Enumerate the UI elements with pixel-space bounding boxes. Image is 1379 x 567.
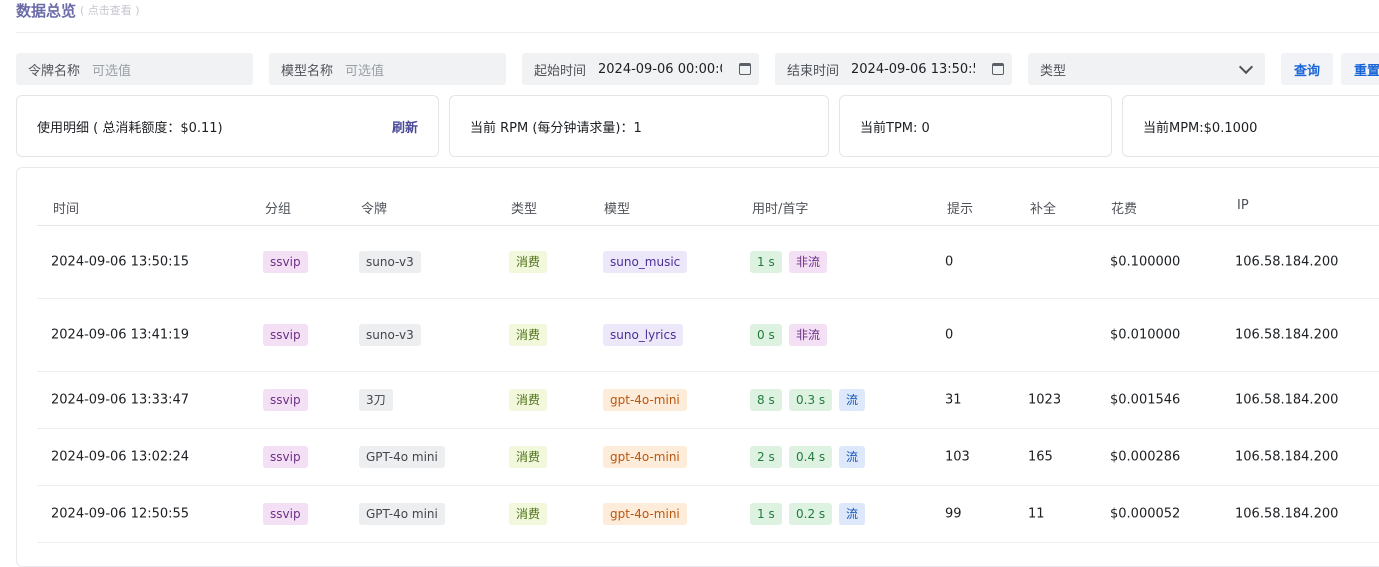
type-badge: 消费 [509, 503, 548, 525]
header-divider [16, 32, 1379, 33]
group-badge: ssvip [263, 503, 308, 525]
type-badge: 消费 [509, 389, 548, 411]
refresh-button[interactable]: 刷新 [392, 117, 418, 136]
duration-badge: 0 s [750, 324, 782, 346]
column-header-cost: 花费 [1111, 202, 1138, 217]
row-prompt: 0 [945, 254, 954, 270]
first-token-badge: 0.2 s [789, 503, 833, 525]
row-time: 2024-09-06 13:41:19 [51, 327, 190, 343]
reset-button[interactable]: 重置 [1341, 53, 1379, 85]
group-badge: ssvip [263, 389, 308, 411]
column-header-ip: IP [1237, 198, 1249, 213]
page-header[interactable]: 数据总览 ( 点击查看 ) [16, 0, 140, 20]
first-token-badge: 0.3 s [789, 389, 833, 411]
group-badge: ssvip [263, 324, 308, 346]
group-badge: ssvip [263, 251, 308, 273]
stream-badge: 流 [839, 389, 866, 411]
row-prompt: 103 [945, 449, 970, 465]
row-cost: $0.000286 [1110, 449, 1181, 465]
model-badge: gpt-4o-mini [603, 389, 687, 411]
type-badge: 消费 [509, 251, 548, 273]
stream-badge: 非流 [789, 324, 828, 346]
token-badge: suno-v3 [359, 251, 421, 273]
row-ip: 106.58.184.200 [1235, 392, 1339, 408]
token-badge: 3刀 [359, 389, 393, 411]
type-select-placeholder: 类型 [1040, 63, 1067, 79]
mpm-value: 当前MPM:$0.1000 [1143, 120, 1258, 136]
row-completion: 11 [1028, 506, 1045, 522]
group-badge: ssvip [263, 446, 308, 468]
type-badge: 消费 [509, 446, 548, 468]
model-name-field[interactable]: 模型名称 可选值 [269, 53, 506, 85]
page-subtitle[interactable]: ( 点击查看 ) [80, 2, 140, 18]
duration-badge: 1 s [750, 251, 782, 273]
token-name-label: 令牌名称 [28, 63, 81, 79]
row-cost: $0.001546 [1110, 392, 1181, 408]
token-name-placeholder: 可选值 [92, 63, 132, 79]
stream-badge: 非流 [789, 251, 828, 273]
end-time-label: 结束时间 [787, 63, 840, 79]
column-header-duration: 用时/首字 [752, 202, 809, 217]
column-header-prompt: 提示 [947, 202, 974, 217]
row-time: 2024-09-06 12:50:55 [51, 506, 190, 522]
duration-badge: 8 s [750, 389, 782, 411]
row-time: 2024-09-06 13:02:24 [51, 449, 190, 465]
query-button[interactable]: 查询 [1281, 53, 1333, 85]
row-completion: 165 [1028, 449, 1053, 465]
type-select[interactable]: 类型 [1028, 53, 1265, 85]
mpm-card: 当前MPM:$0.1000 [1122, 95, 1379, 157]
model-badge: suno_music [603, 251, 688, 273]
row-prompt: 0 [945, 327, 954, 343]
row-completion: 1023 [1028, 392, 1062, 408]
row-cost: $0.100000 [1110, 254, 1181, 270]
column-header-time: 时间 [53, 202, 80, 217]
start-time-field[interactable]: 起始时间 2024-09-06 00:00:00 [522, 53, 759, 85]
calendar-icon[interactable] [739, 63, 751, 75]
calendar-icon[interactable] [992, 63, 1004, 75]
end-time-field[interactable]: 结束时间 2024-09-06 13:50:51 [775, 53, 1012, 85]
usage-card: 使用明细 ( 总消耗额度：$0.11) 刷新 [16, 95, 439, 157]
row-prompt: 31 [945, 392, 962, 408]
type-badge: 消费 [509, 324, 548, 346]
duration-badge: 2 s [750, 446, 782, 468]
start-time-value: 2024-09-06 00:00:00 [598, 61, 722, 77]
token-badge: GPT-4o mini [359, 446, 445, 468]
tpm-value: 当前TPM: 0 [860, 120, 930, 136]
first-token-badge: 0.4 s [789, 446, 833, 468]
end-time-value: 2024-09-06 13:50:51 [851, 61, 975, 77]
usage-total: 使用明细 ( 总消耗额度：$0.11) [37, 120, 223, 136]
column-header-completion: 补全 [1030, 202, 1057, 217]
row-cost: $0.000052 [1110, 506, 1181, 522]
model-badge: gpt-4o-mini [603, 446, 687, 468]
chevron-down-icon [1238, 59, 1254, 75]
token-badge: suno-v3 [359, 324, 421, 346]
duration-badge: 1 s [750, 503, 782, 525]
start-time-label: 起始时间 [534, 63, 587, 79]
token-badge: GPT-4o mini [359, 503, 445, 525]
row-divider [37, 542, 1379, 543]
row-cost: $0.010000 [1110, 327, 1181, 343]
rpm-card: 当前 RPM (每分钟请求量)：1 [449, 95, 829, 157]
tpm-card: 当前TPM: 0 [839, 95, 1112, 157]
row-ip: 106.58.184.200 [1235, 254, 1339, 270]
token-name-field[interactable]: 令牌名称 可选值 [16, 53, 253, 85]
page-title: 数据总览 [16, 1, 77, 20]
column-header-token: 令牌 [361, 202, 388, 217]
model-name-label: 模型名称 [281, 63, 334, 79]
column-header-type: 类型 [511, 202, 538, 217]
row-time: 2024-09-06 13:50:15 [51, 254, 190, 270]
column-header-group: 分组 [265, 202, 292, 217]
rpm-value: 当前 RPM (每分钟请求量)：1 [470, 120, 642, 136]
stream-badge: 流 [839, 503, 866, 525]
row-ip: 106.58.184.200 [1235, 327, 1339, 343]
row-time: 2024-09-06 13:33:47 [51, 392, 190, 408]
row-ip: 106.58.184.200 [1235, 449, 1339, 465]
model-name-placeholder: 可选值 [345, 63, 385, 79]
column-header-model: 模型 [604, 202, 631, 217]
row-prompt: 99 [945, 506, 962, 522]
model-badge: gpt-4o-mini [603, 503, 687, 525]
stream-badge: 流 [839, 446, 866, 468]
model-badge: suno_lyrics [603, 324, 684, 346]
row-ip: 106.58.184.200 [1235, 506, 1339, 522]
